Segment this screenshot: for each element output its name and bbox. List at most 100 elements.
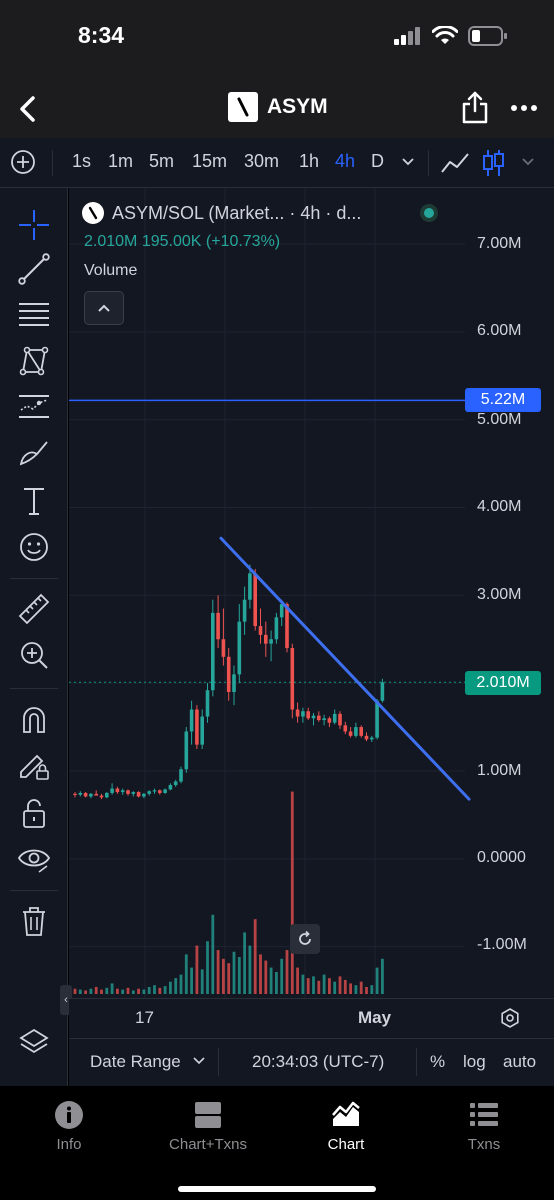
emoji-tool-icon[interactable] [17, 530, 51, 564]
status-time: 8:34 [78, 22, 125, 48]
timeframe-1h[interactable]: 1h [299, 151, 319, 172]
tab-chart[interactable]: Chart [286, 1100, 406, 1153]
crosshair-icon[interactable] [17, 208, 51, 242]
status-icons [394, 26, 508, 46]
auto-scale-toggle[interactable]: auto [503, 1052, 536, 1072]
magnet-icon[interactable] [17, 702, 51, 736]
reset-chart-button[interactable] [290, 924, 320, 954]
token-name: ASYM [267, 95, 328, 118]
market-status-icon[interactable] [420, 204, 438, 222]
tab-txns[interactable]: Txns [424, 1100, 544, 1153]
back-chevron-icon[interactable] [14, 94, 42, 124]
line-chart-type-icon[interactable] [440, 150, 470, 176]
timeframe-15m[interactable]: 15m [192, 151, 227, 172]
collapse-legend-button[interactable] [84, 291, 124, 325]
volume-bar [78, 989, 82, 994]
timeframe-d[interactable]: D [371, 151, 384, 172]
pattern-tool-icon[interactable] [17, 344, 51, 378]
candle-body [152, 790, 157, 792]
date-range-dropdown-icon[interactable] [192, 1056, 206, 1066]
layers-icon[interactable] [17, 1026, 51, 1060]
candle-body [322, 718, 326, 721]
timeframe-1s[interactable]: 1s [72, 151, 91, 172]
candle-body [173, 781, 178, 786]
volume-bar [126, 987, 130, 994]
volume-bar [338, 976, 342, 994]
candle-body [311, 715, 316, 719]
volume-bar [264, 960, 268, 994]
token-logo-icon [82, 202, 104, 224]
candle-body [73, 793, 77, 796]
timeframe-5m[interactable]: 5m [149, 151, 174, 172]
volume-bar [317, 980, 321, 994]
candle-body [142, 793, 146, 797]
volume-bar [142, 989, 146, 994]
candle-body [301, 711, 305, 717]
symbol-label: ASYM/SOL (Market... · 4h · d... [112, 202, 362, 223]
trendline-tool-icon[interactable] [17, 252, 51, 286]
volume-bar [73, 988, 77, 994]
candle-body [290, 648, 295, 710]
volume-bar [206, 941, 209, 994]
volume-indicator-label[interactable]: Volume [84, 262, 137, 280]
volume-bar [174, 978, 178, 994]
chart-legend-title[interactable]: ASYM/SOL (Market... · 4h · d... [82, 202, 361, 224]
add-indicator-icon[interactable] [10, 149, 36, 175]
volume-bar [290, 791, 294, 994]
trash-icon[interactable] [17, 904, 51, 938]
volume-bar [349, 983, 352, 994]
candle-body [264, 634, 268, 644]
tab-info[interactable]: Info [9, 1100, 129, 1153]
clock-label[interactable]: 20:34:03 (UTC-7) [252, 1052, 384, 1072]
volume-bar [84, 990, 87, 994]
volume-bar [253, 919, 257, 994]
candle-body [237, 621, 242, 675]
log-scale-toggle[interactable]: log [463, 1052, 486, 1072]
brush-tool-icon[interactable] [17, 436, 51, 470]
text-tool-icon[interactable] [17, 484, 51, 518]
timeframe-4h[interactable]: 4h [335, 151, 355, 172]
candle-body [211, 612, 215, 691]
date-range-button[interactable]: Date Range [90, 1052, 181, 1072]
ruler-tool-icon[interactable] [17, 592, 51, 626]
timeframe-30m[interactable]: 30m [244, 151, 279, 172]
chart-settings-icon[interactable] [499, 1007, 521, 1029]
candle-body [375, 700, 379, 738]
prediction-tool-icon[interactable] [17, 390, 51, 424]
timeframe-1m[interactable]: 1m [108, 151, 133, 172]
volume-bar [296, 967, 299, 994]
candles-chart-type-icon[interactable] [482, 148, 506, 178]
candle-body [110, 788, 114, 793]
volume-bar [248, 945, 252, 994]
lock-drawing-icon[interactable] [17, 748, 51, 782]
share-icon[interactable] [460, 90, 490, 124]
more-dots-icon[interactable] [510, 96, 538, 120]
unlock-icon[interactable] [17, 796, 51, 830]
timeframe-dropdown-icon[interactable] [400, 156, 416, 168]
drawn-trendline [219, 536, 471, 801]
y-axis-label: 7.00M [477, 235, 522, 252]
visibility-eye-icon[interactable] [17, 842, 51, 876]
chart-type-dropdown-icon[interactable] [520, 156, 536, 168]
volume-bar [222, 958, 225, 994]
candle-body [354, 727, 358, 736]
volume-bar [333, 981, 337, 994]
chart-toolbar: 1s 1m 5m 15m 30m 1h 4h D [0, 138, 554, 188]
tab-label: Info [56, 1136, 82, 1153]
percent-scale-toggle[interactable]: % [430, 1052, 445, 1072]
fib-retracement-icon[interactable] [17, 298, 51, 332]
alert-line-price-tag[interactable]: 5.22M [465, 388, 541, 412]
tab-chart-txns[interactable]: Chart+Txns [148, 1100, 268, 1153]
y-axis-label: 0.0000 [477, 849, 526, 866]
volume-bar [216, 950, 220, 994]
volume-bar [359, 981, 363, 994]
candle-body [78, 792, 83, 795]
candle-body [248, 573, 252, 600]
zoom-in-icon[interactable] [17, 638, 51, 672]
volume-bar [131, 990, 135, 994]
y-axis-label: 4.00M [477, 498, 522, 515]
list-icon [470, 1103, 498, 1126]
volume-bar [94, 986, 98, 994]
volume-bar [121, 989, 125, 994]
y-axis-label: 6.00M [477, 322, 522, 339]
